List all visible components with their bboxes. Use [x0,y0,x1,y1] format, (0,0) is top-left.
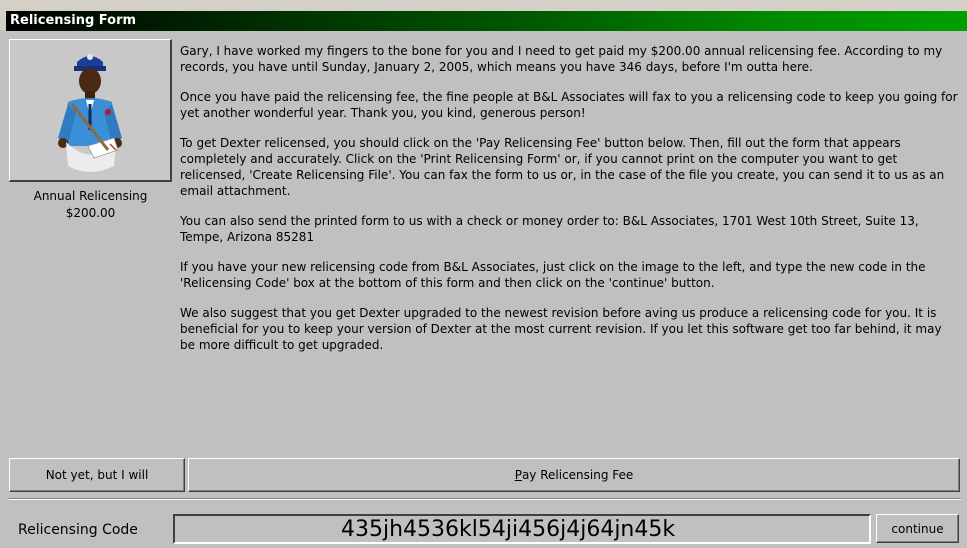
title-bar-gradient [6,11,967,31]
product-caption: Annual Relicensing $200.00 [9,188,172,222]
title-bar: Relicensing Form [0,0,967,31]
form-body: Annual Relicensing $200.00 Gary, I have … [0,31,967,548]
window-title: Relicensing Form [10,13,137,28]
relicensing-code-label: Relicensing Code [18,522,138,538]
not-yet-button[interactable]: Not yet, but I will [9,458,185,492]
divider [9,498,961,500]
mailman-icon [58,54,122,172]
mailman-image-button[interactable] [9,39,172,182]
continue-button[interactable]: continue [876,514,959,543]
message-paragraph-3: To get Dexter relicensed, you should cli… [180,136,945,198]
pay-button-label: ay Relicensing Fee [521,468,634,482]
caption-title: Annual Relicensing [33,189,148,203]
message-paragraph-4: You can also send the printed form to us… [180,214,919,244]
pay-button-accelerator: P [514,468,522,482]
message-paragraph-5: If you have your new relicensing code fr… [180,260,926,290]
caption-price: $200.00 [65,206,116,220]
message-paragraph-6: We also suggest that you get Dexter upgr… [180,306,942,352]
message-paragraph-1: Gary, I have worked my fingers to the bo… [180,44,943,74]
pay-relicensing-fee-button[interactable]: Pay Relicensing Fee [188,458,960,492]
message-paragraph-2: Once you have paid the relicensing fee, … [180,90,958,120]
message-text: Gary, I have worked my fingers to the bo… [180,43,960,367]
relicensing-code-input[interactable] [173,514,871,544]
